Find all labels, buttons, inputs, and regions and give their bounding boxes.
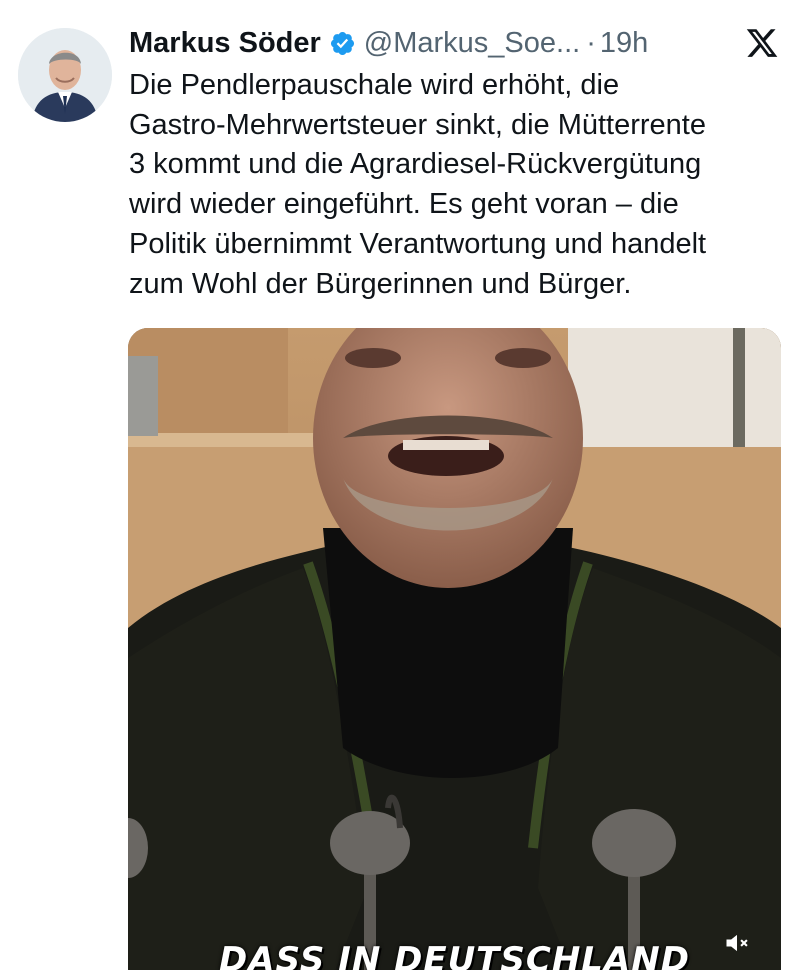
tweet-text-line: Die Pendlerpauschale wird erhöht, die bbox=[129, 69, 620, 101]
separator-dot: · bbox=[586, 26, 596, 59]
author-handle[interactable]: @Markus_Soe... bbox=[364, 27, 580, 60]
tweet-text-line: 3 kommt und die Agrardiesel-Rückvergütun… bbox=[129, 148, 702, 181]
tweet-text-line: zum Wohl der Bürgerinnen und Bürger. bbox=[129, 267, 632, 300]
tweet-header: Markus Söder @Markus_Soe... · 19h bbox=[129, 22, 648, 64]
tweet-card[interactable]: Markus Söder @Markus_Soe... · 19h Die Pe… bbox=[0, 0, 800, 970]
mute-button[interactable] bbox=[720, 926, 754, 960]
timestamp[interactable]: 19h bbox=[600, 27, 648, 60]
video-caption: DASS IN DEUTSCHLAND bbox=[219, 940, 690, 970]
author-name[interactable]: Markus Söder bbox=[129, 27, 321, 60]
video-frame bbox=[128, 328, 781, 970]
tweet-text: Die Pendlerpauschale wird erhöht, die Ga… bbox=[129, 66, 789, 304]
avatar[interactable] bbox=[18, 28, 112, 122]
avatar-image bbox=[18, 28, 112, 122]
tweet-text-line: Politik übernimmt Verantwortung und hand… bbox=[129, 227, 707, 260]
volume-muted-icon bbox=[726, 934, 748, 952]
verified-badge-icon bbox=[329, 30, 356, 57]
x-logo-icon bbox=[744, 26, 780, 60]
tweet-text-line: wird wieder eingeführt. Es geht voran – … bbox=[129, 188, 679, 221]
tweet-text-line: Gastro-Mehrwertsteuer sinkt, die Mütterr… bbox=[129, 108, 706, 141]
video-player[interactable]: DASS IN DEUTSCHLAND bbox=[128, 328, 781, 970]
